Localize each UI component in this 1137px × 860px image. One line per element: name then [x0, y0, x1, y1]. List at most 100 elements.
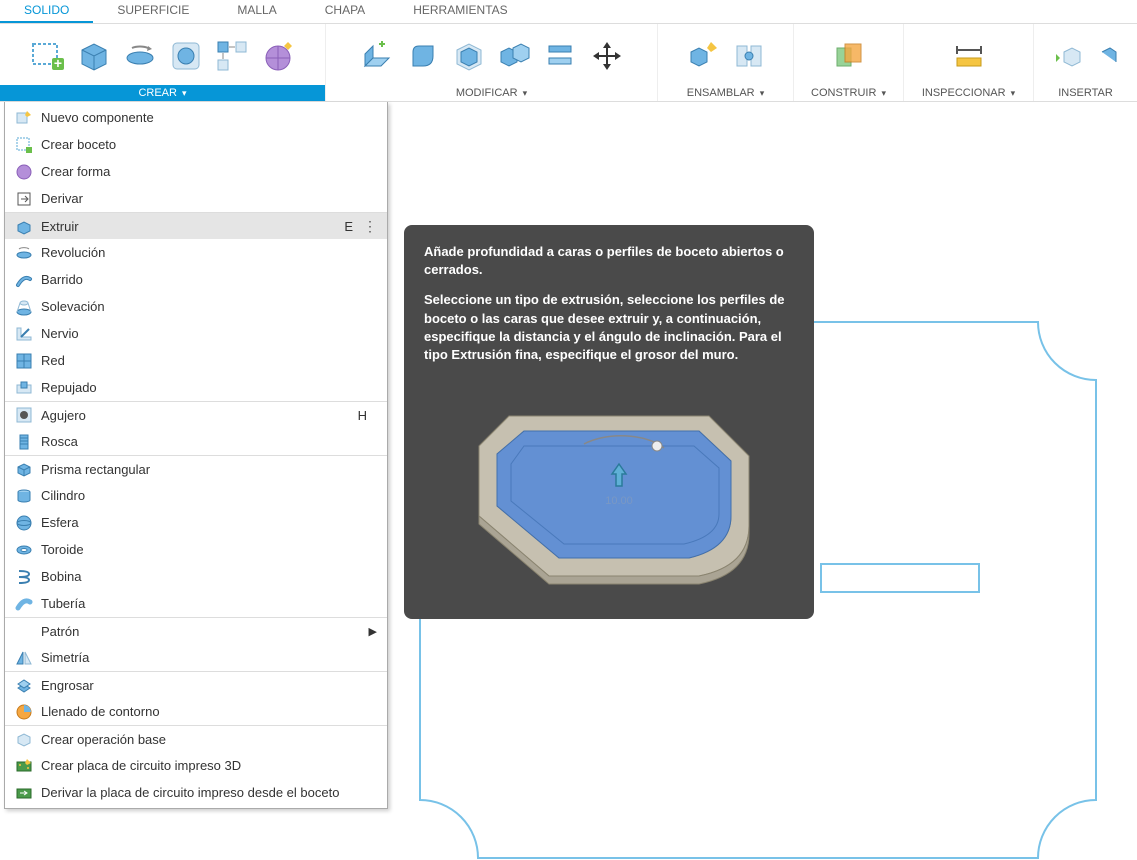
menu-crear-placa[interactable]: Crear placa de circuito impreso 3D: [5, 752, 387, 779]
revolve-small-icon: [15, 244, 33, 262]
menu-toroide[interactable]: Toroide: [5, 536, 387, 563]
ribbon-group-inspeccionar: INSPECCIONAR: [904, 24, 1034, 101]
menu-tuberia[interactable]: Tubería: [5, 590, 387, 617]
menu-label: Crear placa de circuito impreso 3D: [41, 758, 377, 773]
menu-solevacion[interactable]: Solevación: [5, 293, 387, 320]
menu-label: Engrosar: [41, 678, 377, 693]
base-feature-icon: [15, 730, 33, 748]
menu-revolucion[interactable]: Revolución: [5, 239, 387, 266]
menu-label: Agujero: [41, 408, 358, 423]
sweep-icon: [15, 271, 33, 289]
menu-crear-forma[interactable]: Crear forma: [5, 158, 387, 185]
tab-chapa[interactable]: CHAPA: [301, 0, 389, 23]
tooltip-text-1: Añade profundidad a caras o perfiles de …: [424, 244, 784, 277]
box-icon[interactable]: [76, 38, 112, 74]
menu-label: Crear forma: [41, 164, 377, 179]
hole-icon[interactable]: [168, 38, 204, 74]
menu-crear-op-base[interactable]: Crear operación base: [5, 725, 387, 752]
pcb-icon: [15, 757, 33, 775]
menu-rosca[interactable]: Rosca: [5, 428, 387, 455]
cylinder-icon: [15, 487, 33, 505]
menu-agujero[interactable]: Agujero H: [5, 401, 387, 428]
revolve-icon[interactable]: [122, 38, 158, 74]
menu-red[interactable]: Red: [5, 347, 387, 374]
ribbon: + CREAR: [0, 24, 1137, 102]
web-icon: [15, 352, 33, 370]
menu-patron[interactable]: Patrón ▶: [5, 617, 387, 644]
ribbon-label-modificar[interactable]: MODIFICAR: [448, 85, 535, 101]
new-component-icon[interactable]: [685, 38, 721, 74]
menu-nuevo-componente[interactable]: Nuevo componente: [5, 104, 387, 131]
insert-icon[interactable]: [1054, 38, 1090, 74]
ribbon-group-insertar: INSERTAR: [1034, 24, 1137, 101]
measure-icon[interactable]: [951, 38, 987, 74]
joint-icon[interactable]: [731, 38, 767, 74]
menu-simetria[interactable]: Simetría: [5, 644, 387, 671]
menu-label: Cilindro: [41, 488, 377, 503]
menu-repujado[interactable]: Repujado: [5, 374, 387, 401]
ribbon-label-construir[interactable]: CONSTRUIR: [803, 85, 894, 101]
thread-icon: [15, 433, 33, 451]
torus-icon: [15, 541, 33, 559]
sketch-small-icon: [15, 136, 33, 154]
menu-barrido[interactable]: Barrido: [5, 266, 387, 293]
menu-nervio[interactable]: Nervio: [5, 320, 387, 347]
menu-derivar-placa[interactable]: Derivar la placa de circuito impreso des…: [5, 779, 387, 806]
insert-icon-2[interactable]: [1100, 38, 1118, 74]
menu-crear-boceto[interactable]: Crear boceto: [5, 131, 387, 158]
combine-icon[interactable]: [497, 38, 533, 74]
menu-derivar[interactable]: Derivar: [5, 185, 387, 212]
tab-solido[interactable]: SOLIDO: [0, 0, 93, 23]
menu-bobina[interactable]: Bobina: [5, 563, 387, 590]
menu-label: Toroide: [41, 542, 377, 557]
hole-small-icon: [15, 406, 33, 424]
tab-malla[interactable]: MALLA: [213, 0, 300, 23]
component-icon: [15, 109, 33, 127]
menu-prisma[interactable]: Prisma rectangular: [5, 455, 387, 482]
rib-icon: [15, 325, 33, 343]
sketch-icon[interactable]: +: [30, 38, 66, 74]
menu-shortcut: E: [344, 219, 353, 234]
menu-esfera[interactable]: Esfera: [5, 509, 387, 536]
ribbon-label-ensamblar[interactable]: ENSAMBLAR: [679, 85, 772, 101]
ribbon-group-crear: + CREAR: [0, 24, 326, 101]
menu-engrosar[interactable]: Engrosar: [5, 671, 387, 698]
submenu-arrow-icon: ▶: [369, 625, 377, 638]
form-small-icon: [15, 163, 33, 181]
ribbon-group-construir: CONSTRUIR: [794, 24, 904, 101]
menu-label: Llenado de contorno: [41, 704, 377, 719]
crear-dropdown: Nuevo componente Crear boceto Crear form…: [4, 102, 388, 809]
menu-extruir[interactable]: Extruir E ⋮: [5, 212, 387, 239]
fillet-icon[interactable]: [405, 38, 441, 74]
pattern-icon[interactable]: [214, 38, 250, 74]
tooltip-illustration: 10.00: [424, 376, 794, 601]
mirror-icon: [15, 649, 33, 667]
menu-more-icon[interactable]: ⋮: [363, 218, 377, 235]
shell-icon[interactable]: [451, 38, 487, 74]
extrude-icon: [15, 217, 33, 235]
menu-label: Solevación: [41, 299, 377, 314]
plane-icon[interactable]: [831, 38, 867, 74]
form-icon[interactable]: [260, 38, 296, 74]
move-icon[interactable]: [589, 38, 625, 74]
menu-label: Barrido: [41, 272, 377, 287]
menu-label: Bobina: [41, 569, 377, 584]
pipe-icon: [15, 595, 33, 613]
menu-label: Esfera: [41, 515, 377, 530]
tab-superficie[interactable]: SUPERFICIE: [93, 0, 213, 23]
menu-cilindro[interactable]: Cilindro: [5, 482, 387, 509]
menu-shortcut: H: [358, 408, 367, 423]
ribbon-label-insertar[interactable]: INSERTAR: [1050, 85, 1121, 101]
tab-herramientas[interactable]: HERRAMIENTAS: [389, 0, 531, 23]
presspull-icon[interactable]: [359, 38, 395, 74]
ribbon-label-inspeccionar[interactable]: INSPECCIONAR: [914, 85, 1023, 101]
menu-llenado[interactable]: Llenado de contorno: [5, 698, 387, 725]
menu-label: Tubería: [41, 596, 377, 611]
blank-icon: [15, 622, 33, 640]
menu-label: Nervio: [41, 326, 377, 341]
tab-bar: SOLIDO SUPERFICIE MALLA CHAPA HERRAMIENT…: [0, 0, 1137, 24]
menu-label: Prisma rectangular: [41, 462, 377, 477]
tooltip-text-2: Seleccione un tipo de extrusión, selecci…: [424, 292, 785, 362]
align-icon[interactable]: [543, 38, 579, 74]
ribbon-label-crear[interactable]: CREAR: [0, 85, 325, 101]
